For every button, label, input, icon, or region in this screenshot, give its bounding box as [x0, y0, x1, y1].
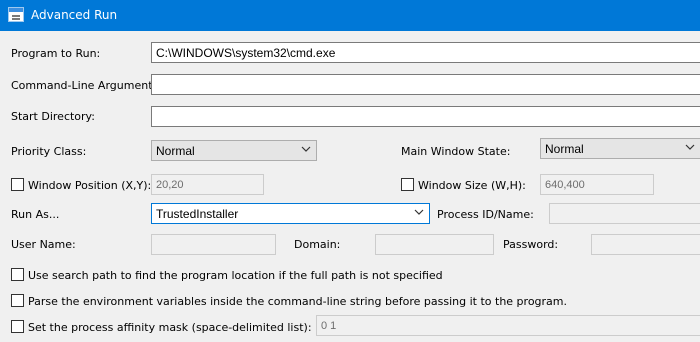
- parse-env-label: Parse the environment variables inside t…: [28, 295, 567, 308]
- priority-class-dropdown[interactable]: Normal: [151, 140, 317, 161]
- main-window-state-value: Normal: [545, 142, 584, 156]
- parse-env-checkbox[interactable]: [11, 294, 24, 307]
- window-size-label: Window Size (W,H):: [418, 179, 526, 192]
- arguments-label: Command-Line Arguments:: [11, 79, 162, 92]
- window-size-input[interactable]: 640,400: [540, 174, 654, 195]
- run-as-dropdown[interactable]: TrustedInstaller: [151, 203, 430, 224]
- user-name-label: User Name:: [11, 238, 76, 251]
- chevron-down-icon: [685, 144, 695, 150]
- priority-class-value: Normal: [156, 144, 195, 158]
- affinity-checkbox[interactable]: [11, 320, 24, 333]
- password-input[interactable]: [591, 234, 700, 255]
- process-id-input[interactable]: [549, 203, 700, 224]
- window-position-checkbox[interactable]: [11, 178, 24, 191]
- title-bar[interactable]: Advanced Run: [0, 0, 700, 31]
- run-as-value: TrustedInstaller: [156, 207, 239, 221]
- window-position-label: Window Position (X,Y):: [28, 179, 152, 192]
- main-window-state-label: Main Window State:: [401, 145, 511, 158]
- password-label: Password:: [503, 238, 559, 251]
- arguments-input[interactable]: [151, 74, 700, 95]
- chevron-down-icon: [301, 146, 311, 152]
- window-position-input[interactable]: 20,20: [151, 174, 264, 195]
- affinity-input[interactable]: 0 1: [316, 315, 700, 336]
- main-window-state-dropdown[interactable]: Normal: [540, 138, 700, 159]
- search-path-label: Use search path to find the program loca…: [28, 269, 443, 282]
- chevron-down-icon: [414, 209, 424, 215]
- window-title: Advanced Run: [31, 8, 118, 22]
- affinity-label: Set the process affinity mask (space-del…: [28, 321, 312, 334]
- app-window-icon: [8, 7, 24, 22]
- run-as-label: Run As...: [11, 208, 60, 221]
- program-input[interactable]: C:\WINDOWS\system32\cmd.exe: [151, 42, 700, 63]
- priority-class-label: Priority Class:: [11, 145, 87, 158]
- search-path-checkbox[interactable]: [11, 268, 24, 281]
- window-size-checkbox[interactable]: [401, 178, 414, 191]
- domain-input[interactable]: [375, 234, 494, 255]
- user-name-input[interactable]: [151, 234, 276, 255]
- start-directory-label: Start Directory:: [11, 110, 95, 123]
- process-id-label: Process ID/Name:: [437, 208, 534, 221]
- start-directory-input[interactable]: [151, 106, 700, 127]
- domain-label: Domain:: [294, 238, 341, 251]
- program-label: Program to Run:: [11, 47, 101, 60]
